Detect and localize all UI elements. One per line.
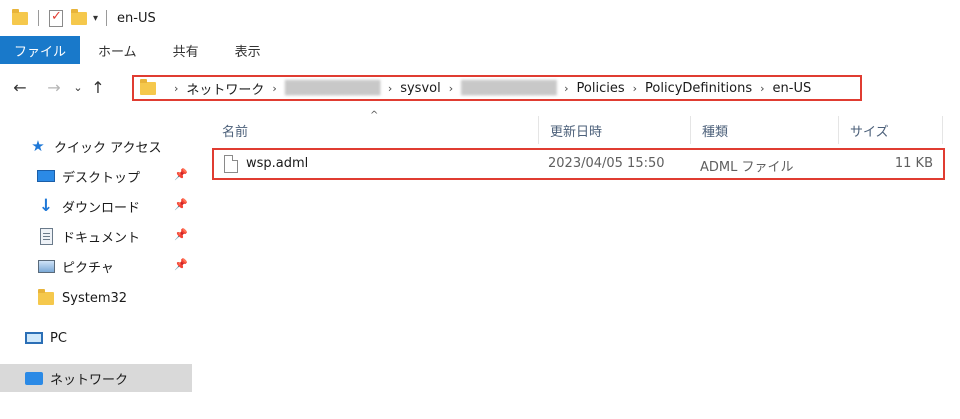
sidebar-item-label: クイック アクセス [54,140,162,156]
sidebar-item-pictures[interactable]: ピクチャ 📌 [36,252,196,280]
forward-arrow-icon[interactable]: → [42,78,66,97]
folder-icon[interactable] [12,8,28,25]
documents-icon [36,227,56,245]
file-name: wsp.adml [246,156,309,171]
address-bar[interactable]: › ネットワーク › ██████████ › sysvol › ███████… [132,75,862,101]
column-divider[interactable] [538,116,539,144]
sidebar-item-downloads[interactable]: ↓ ダウンロード 📌 [36,192,196,220]
star-icon: ★ [31,137,45,155]
tab-share[interactable]: 共有 [155,36,217,64]
file-modified: 2023/04/05 15:50 [548,156,665,171]
sidebar-item-label: ドキュメント [62,230,141,246]
folder-icon [140,78,156,95]
breadcrumb-redacted-domain[interactable]: ██████████ [461,81,556,96]
chevron-right-icon[interactable]: › [272,82,276,95]
new-folder-icon[interactable] [71,8,87,25]
sidebar-item-system32[interactable]: System32 [36,284,127,312]
pc-icon [24,329,44,347]
breadcrumb-policies[interactable]: Policies [577,81,625,96]
sidebar-item-label: デスクトップ [62,170,141,186]
pin-icon[interactable]: 📌 [174,228,188,241]
up-arrow-icon[interactable]: ↑ [86,78,110,97]
desktop-icon [36,167,56,185]
breadcrumb-redacted-domain[interactable]: ██████████ [285,81,380,96]
sidebar-item-label: ピクチャ [62,260,114,276]
chevron-right-icon[interactable]: › [388,82,392,95]
breadcrumb-network[interactable]: ネットワーク [186,79,264,98]
tab-home[interactable]: ホーム [80,36,155,64]
navigation-pane: ★ クイック アクセス デスクトップ 📌 ↓ ダウンロード 📌 ドキュメント 📌… [0,110,200,419]
breadcrumb-en-us[interactable]: en-US [773,81,812,96]
breadcrumb-policydefinitions[interactable]: PolicyDefinitions [645,81,752,96]
column-divider[interactable] [942,116,943,144]
pin-icon[interactable]: 📌 [174,198,188,211]
sidebar-item-label: PC [50,330,67,346]
column-header-size[interactable]: サイズ [850,120,889,140]
file-list: ^ 名前 更新日時 種類 サイズ wsp.adml 2023/04/05 15:… [212,110,952,419]
pictures-icon [36,257,56,275]
column-header-modified[interactable]: 更新日時 [550,120,602,140]
navigation-bar: ← → ⌄ ↑ › ネットワーク › ██████████ › sysvol ›… [0,64,960,110]
sidebar-item-desktop[interactable]: デスクトップ 📌 [36,162,196,190]
sort-ascending-icon: ^ [370,110,379,121]
toolbar-divider [106,10,108,26]
sidebar-item-network[interactable]: ネットワーク [0,364,192,392]
sidebar-item-quick-access[interactable]: ★ クイック アクセス [28,132,161,160]
sidebar-item-pc[interactable]: PC [24,324,67,352]
chevron-right-icon[interactable]: › [760,82,764,95]
chevron-right-icon[interactable]: › [174,82,178,95]
folder-icon [36,288,56,307]
breadcrumb-sysvol[interactable]: sysvol [400,81,441,96]
toolbar-divider [38,10,39,26]
column-header-type[interactable]: 種類 [702,120,728,140]
back-arrow-icon[interactable]: ← [8,78,32,97]
pin-icon[interactable]: 📌 [174,168,188,181]
chevron-right-icon[interactable]: › [564,82,568,95]
tab-view[interactable]: 表示 [217,36,279,64]
network-icon [24,369,44,387]
sidebar-item-label: ダウンロード [62,200,141,216]
recent-locations-icon[interactable]: ⌄ [70,81,86,94]
chevron-right-icon[interactable]: › [633,82,637,95]
file-type: ADML ファイル [700,160,794,175]
column-divider[interactable] [838,116,839,144]
sidebar-item-label: System32 [62,290,128,306]
sidebar-item-label: ネットワーク [50,372,129,388]
sidebar-item-documents[interactable]: ドキュメント 📌 [36,222,196,250]
pin-icon[interactable]: 📌 [174,258,188,271]
customize-dropdown-icon[interactable]: ▾ [93,13,98,24]
file-icon [224,155,238,173]
table-row[interactable]: wsp.adml 2023/04/05 15:50 ADML ファイル 11 K… [212,148,945,180]
tab-file[interactable]: ファイル [0,36,81,64]
download-icon: ↓ [38,196,54,216]
column-divider[interactable] [690,116,691,144]
file-size: 11 KB [894,156,933,171]
ribbon-tabs: ファイル ホーム 共有 表示 [0,36,960,64]
chevron-right-icon[interactable]: › [449,82,453,95]
column-header-name[interactable]: 名前 [222,120,248,140]
window-title: en-US [117,10,156,26]
title-bar: ▾ en-US [0,0,960,36]
properties-icon[interactable] [49,9,63,27]
